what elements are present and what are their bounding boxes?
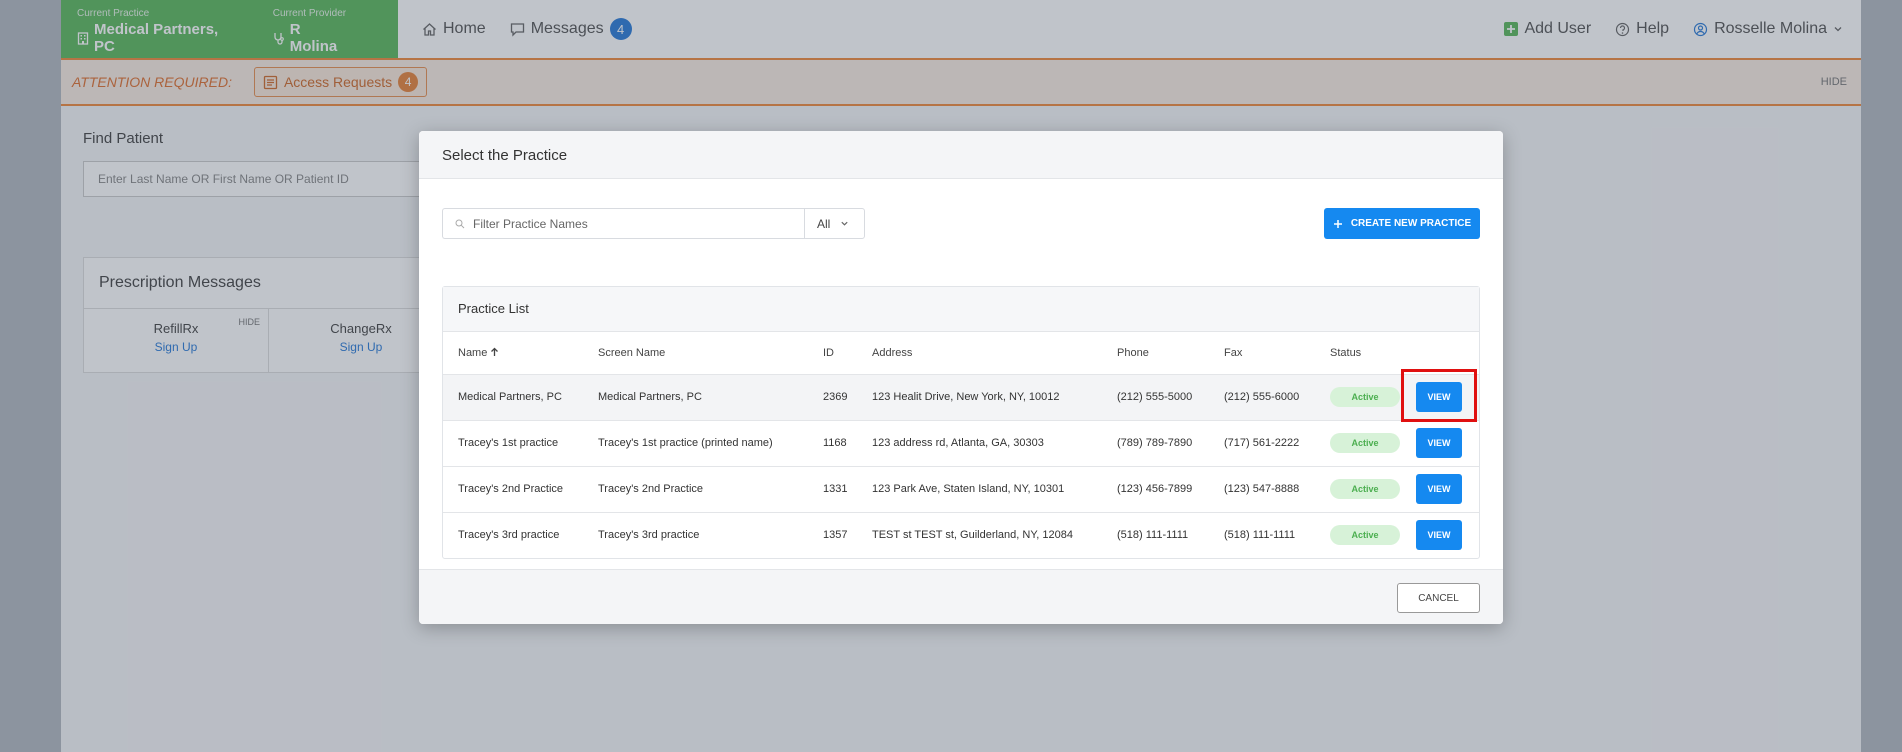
col-name-label: Name xyxy=(458,346,488,359)
col-status[interactable]: Status xyxy=(1315,332,1401,375)
row-status: Active xyxy=(1315,512,1401,558)
row-fax: (717) 561-2222 xyxy=(1209,420,1315,467)
cancel-button[interactable]: CANCEL xyxy=(1397,583,1480,613)
view-button[interactable]: VIEW xyxy=(1416,474,1462,504)
row-phone: (789) 789-7890 xyxy=(1102,420,1209,467)
row-screen-name: Tracey's 3rd practice xyxy=(598,529,700,542)
row-fax: (123) 547-8888 xyxy=(1209,466,1315,513)
sort-arrow-up-icon xyxy=(490,347,499,357)
view-button[interactable]: VIEW xyxy=(1416,520,1462,551)
view-button[interactable]: VIEW xyxy=(1416,428,1462,458)
col-action xyxy=(1401,332,1479,375)
row-id: 2369 xyxy=(808,374,857,421)
row-id: 1331 xyxy=(808,466,857,513)
table-row[interactable]: Tracey's 3rd practice Tracey's 3rd pract… xyxy=(443,512,1479,558)
col-phone[interactable]: Phone xyxy=(1102,332,1209,375)
row-action: VIEW xyxy=(1401,420,1479,467)
row-status: Active xyxy=(1315,374,1401,421)
row-phone: (212) 555-5000 xyxy=(1102,374,1209,421)
table-header-row: Name Screen Name ID Address Phone Fax St… xyxy=(443,332,1479,375)
col-screen-name[interactable]: Screen Name xyxy=(583,332,808,375)
row-address: 123 Park Ave, Staten Island, NY, 10301 xyxy=(857,466,1102,513)
col-fax[interactable]: Fax xyxy=(1209,332,1315,375)
row-name: Tracey's 2nd Practice xyxy=(443,466,583,513)
row-screen-name: Medical Partners, PC xyxy=(583,374,808,421)
row-phone: (518) 111-1111 xyxy=(1117,529,1189,542)
row-address: 123 Healit Drive, New York, NY, 10012 xyxy=(857,374,1102,421)
row-status: Active xyxy=(1315,420,1401,467)
row-address: 123 address rd, Atlanta, GA, 30303 xyxy=(857,420,1102,467)
row-fax: (212) 555-6000 xyxy=(1209,374,1315,421)
col-address[interactable]: Address xyxy=(857,332,1102,375)
row-phone: (123) 456-7899 xyxy=(1102,466,1209,513)
status-badge: Active xyxy=(1330,479,1400,499)
row-id: 1357 xyxy=(823,529,848,542)
plus-icon xyxy=(1333,219,1343,229)
modal-title: Select the Practice xyxy=(419,131,1503,179)
practice-list-title: Practice List xyxy=(443,287,1479,332)
row-action: VIEW xyxy=(1401,512,1479,558)
search-icon xyxy=(455,219,465,229)
row-name: Tracey's 3rd practice xyxy=(458,529,560,542)
status-filter-select[interactable]: All xyxy=(804,208,865,239)
status-filter-value: All xyxy=(817,216,831,231)
row-fax: (518) 111-1111 xyxy=(1224,529,1296,542)
filter-practice-input[interactable]: Filter Practice Names xyxy=(442,208,804,239)
highlight-box xyxy=(1401,369,1477,422)
row-screen-name: Tracey's 2nd Practice xyxy=(583,466,808,513)
row-name: Medical Partners, PC xyxy=(443,374,583,421)
create-new-practice-button[interactable]: CREATE NEW PRACTICE xyxy=(1324,208,1480,239)
row-address: TEST st TEST st, Guilderland, NY, 12084 xyxy=(872,529,1073,542)
col-id[interactable]: ID xyxy=(808,332,857,375)
table-row[interactable]: Tracey's 2nd Practice Tracey's 2nd Pract… xyxy=(443,466,1479,513)
col-name[interactable]: Name xyxy=(443,332,583,375)
create-new-practice-label: CREATE NEW PRACTICE xyxy=(1350,218,1472,229)
chevron-down-icon xyxy=(840,219,849,228)
select-practice-modal: Select the Practice Filter Practice Name… xyxy=(419,131,1503,624)
modal-footer: CANCEL xyxy=(419,569,1503,624)
row-id: 1168 xyxy=(808,420,857,467)
row-status: Active xyxy=(1315,466,1401,513)
row-name: Tracey's 1st practice xyxy=(443,420,583,467)
practice-table: Name Screen Name ID Address Phone Fax St… xyxy=(443,332,1479,558)
row-screen-name: Tracey's 1st practice (printed name) xyxy=(583,420,808,467)
row-action: VIEW xyxy=(1401,466,1479,513)
table-row[interactable]: Tracey's 1st practice Tracey's 1st pract… xyxy=(443,420,1479,467)
status-badge: Active xyxy=(1330,433,1400,453)
filter-placeholder: Filter Practice Names xyxy=(473,216,588,231)
practice-list-card: Practice List Name Screen Name ID Addres… xyxy=(442,286,1480,559)
status-badge: Active xyxy=(1330,387,1400,407)
status-badge: Active xyxy=(1330,525,1400,546)
table-row[interactable]: Medical Partners, PC Medical Partners, P… xyxy=(443,374,1479,421)
